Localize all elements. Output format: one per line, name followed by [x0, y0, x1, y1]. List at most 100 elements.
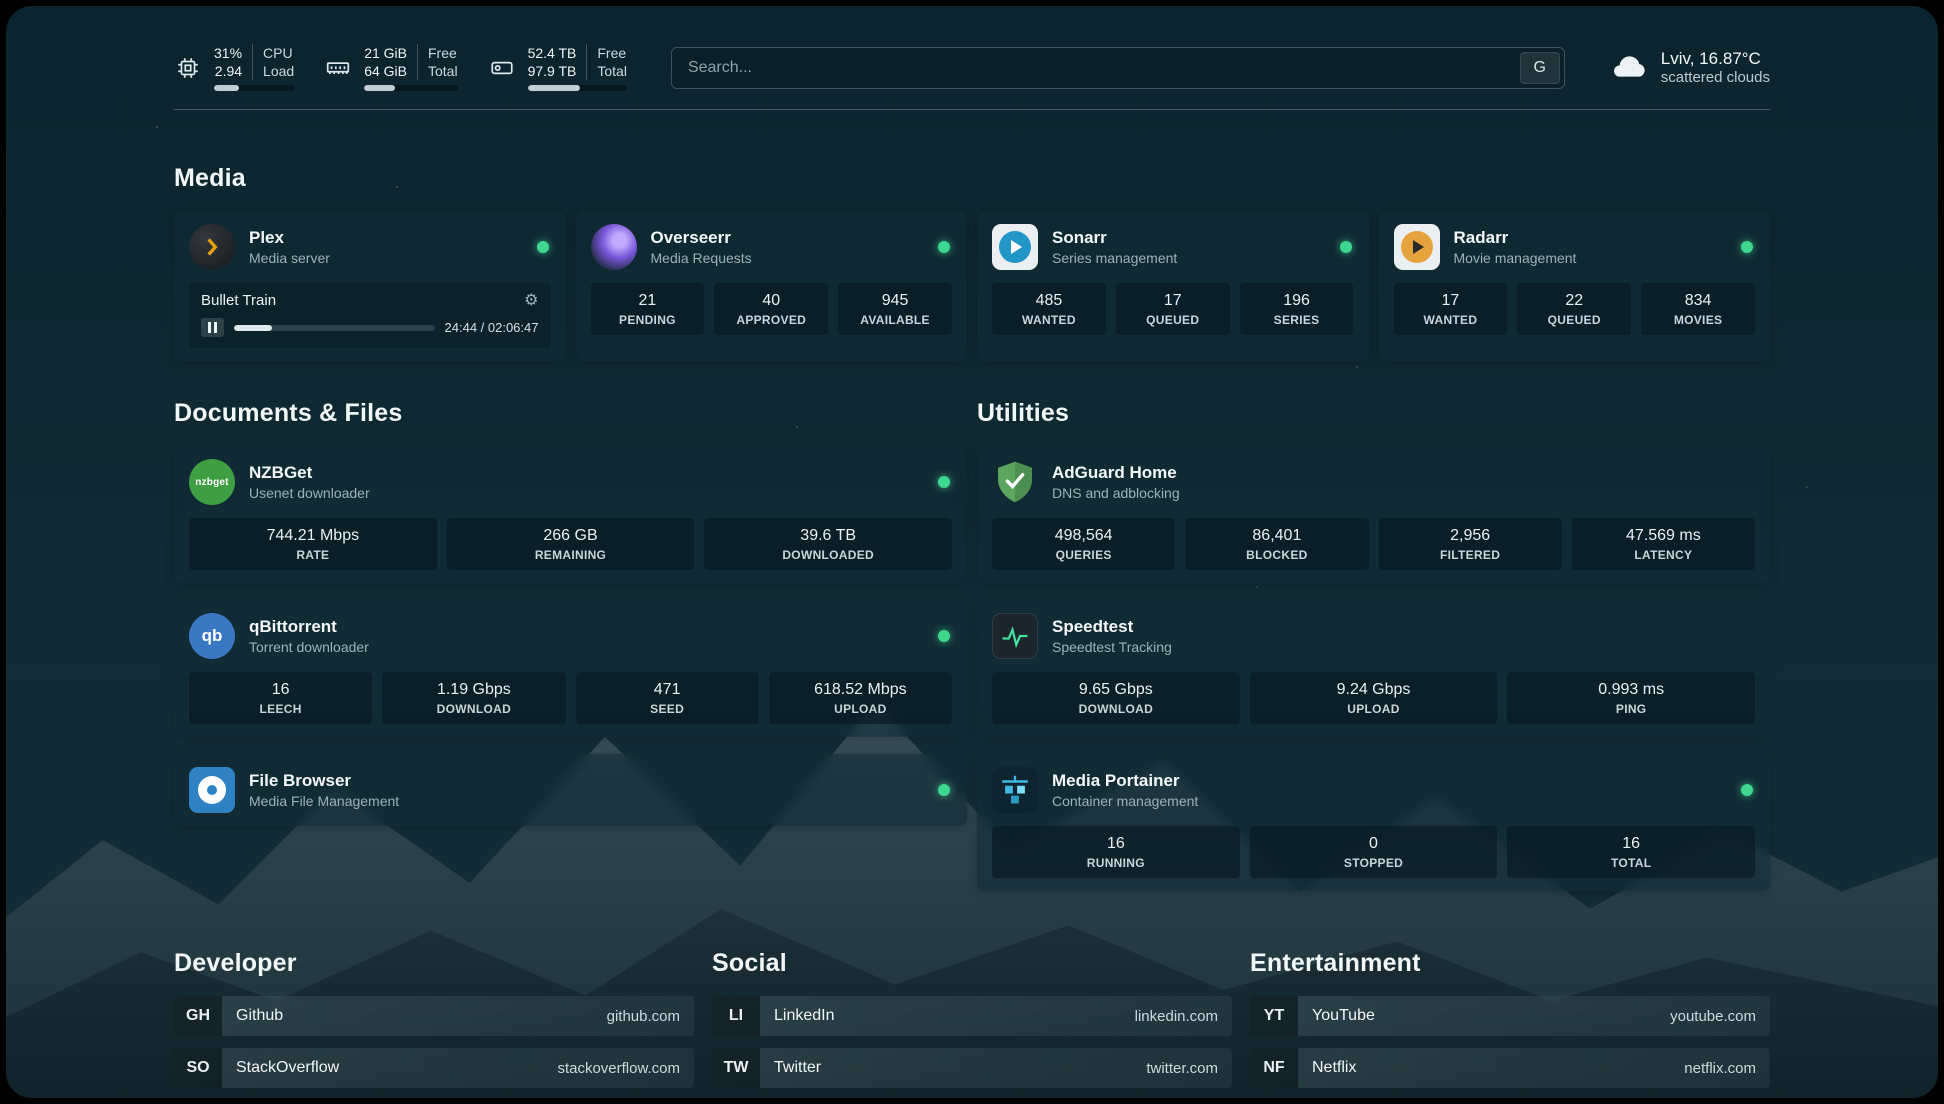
cpu-load-value: 2.94	[214, 62, 252, 80]
app-name: Radarr	[1454, 228, 1728, 248]
app-card-adguard[interactable]: AdGuard Home DNS and adblocking 498,564Q…	[977, 446, 1770, 583]
qbittorrent-icon: qb	[189, 613, 235, 659]
sonarr-icon	[992, 224, 1038, 270]
disk-total-value: 97.9 TB	[528, 62, 587, 80]
utilities-column: Utilities	[977, 399, 1770, 891]
app-subtitle: Series management	[1052, 250, 1326, 266]
bookmark-abbr: GH	[174, 996, 222, 1036]
top-bar: 31% CPU 2.94 Load 21	[174, 44, 1770, 91]
app-name: Overseerr	[651, 228, 925, 248]
header-divider	[174, 109, 1770, 110]
stat-upload: 618.52 MbpsUPLOAD	[769, 672, 952, 724]
cpu-label: CPU	[252, 44, 294, 62]
nzbget-icon: nzbget	[189, 459, 235, 505]
ram-free-label: Free	[417, 44, 458, 62]
stat-blocked: 86,401BLOCKED	[1185, 518, 1368, 570]
app-name: qBittorrent	[249, 617, 924, 637]
app-subtitle: Torrent downloader	[249, 639, 924, 655]
app-card-plex[interactable]: Plex Media server Bullet Train ⚙ 24:44 /…	[174, 211, 566, 361]
stat-queued: 22QUEUED	[1517, 283, 1631, 335]
dashboard-background: 31% CPU 2.94 Load 21	[6, 6, 1938, 1098]
app-subtitle: Media server	[249, 250, 523, 266]
app-card-overseerr[interactable]: Overseerr Media Requests 21PENDING 40APP…	[576, 211, 968, 361]
playback-time: 24:44 / 02:06:47	[445, 320, 539, 335]
speedtest-icon	[992, 613, 1038, 659]
search-input[interactable]	[671, 47, 1565, 89]
stat-total: 16TOTAL	[1507, 826, 1755, 878]
search-bar: G	[671, 47, 1565, 89]
bookmark-abbr: SO	[174, 1048, 222, 1088]
stat-wanted: 17WANTED	[1394, 283, 1508, 335]
dashboard-root: 31% CPU 2.94 Load 21	[0, 0, 1944, 1104]
filebrowser-icon	[189, 767, 235, 813]
bookmark-github[interactable]: GH Githubgithub.com	[174, 996, 694, 1036]
app-subtitle: Usenet downloader	[249, 485, 924, 501]
disk-icon	[488, 54, 516, 82]
stat-wanted: 485WANTED	[992, 283, 1106, 335]
bookmark-group-entertainment: Entertainment YT YouTubeyoutube.com NF N…	[1250, 949, 1770, 1098]
gear-icon[interactable]: ⚙	[524, 293, 538, 309]
weather-condition: scattered clouds	[1661, 69, 1770, 86]
ram-progress-bar	[364, 85, 457, 91]
stat-movies: 834MOVIES	[1641, 283, 1755, 335]
stat-leech: 16LEECH	[189, 672, 372, 724]
app-card-radarr[interactable]: Radarr Movie management 17WANTED 22QUEUE…	[1379, 211, 1771, 361]
middle-columns: Documents & Files nzbget NZBGet Usenet d…	[174, 399, 1770, 891]
section-title-developer: Developer	[174, 949, 694, 978]
dashboard-content: 31% CPU 2.94 Load 21	[6, 6, 1938, 1098]
stat-running: 16RUNNING	[992, 826, 1240, 878]
app-subtitle: DNS and adblocking	[1052, 485, 1755, 501]
section-title-entertainment: Entertainment	[1250, 949, 1770, 978]
disk-free-label: Free	[586, 44, 627, 62]
bookmark-stackoverflow[interactable]: SO StackOverflowstackoverflow.com	[174, 1048, 694, 1088]
bookmark-youtube[interactable]: YT YouTubeyoutube.com	[1250, 996, 1770, 1036]
app-subtitle: Speedtest Tracking	[1052, 639, 1755, 655]
status-dot	[938, 241, 950, 253]
app-name: AdGuard Home	[1052, 463, 1755, 483]
stat-download: 9.65 GbpsDOWNLOAD	[992, 672, 1240, 724]
app-name: Speedtest	[1052, 617, 1755, 637]
plex-icon	[189, 224, 235, 270]
disk-free-value: 52.4 TB	[528, 44, 587, 62]
app-card-qbittorrent[interactable]: qb qBittorrent Torrent downloader 16LEEC…	[174, 600, 967, 737]
bookmark-abbr: NF	[1250, 1048, 1298, 1088]
app-card-sonarr[interactable]: Sonarr Series management 485WANTED 17QUE…	[977, 211, 1369, 361]
app-name: File Browser	[249, 771, 924, 791]
bookmark-netflix[interactable]: NF Netflixnetflix.com	[1250, 1048, 1770, 1088]
adguard-icon	[992, 459, 1038, 505]
bookmark-group-developer: Developer GH Githubgithub.com SO StackOv…	[174, 949, 694, 1098]
status-dot	[537, 241, 549, 253]
section-title-media: Media	[174, 164, 1770, 193]
disk-monitor: 52.4 TB Free 97.9 TB Total	[488, 44, 627, 91]
overseerr-icon	[591, 224, 637, 270]
cpu-progress-bar	[214, 85, 294, 91]
status-dot	[1741, 784, 1753, 796]
disk-total-label: Total	[586, 62, 627, 80]
app-subtitle: Media File Management	[249, 793, 924, 809]
cloud-icon	[1609, 49, 1649, 86]
stat-downloaded: 39.6 TBDOWNLOADED	[704, 518, 952, 570]
seek-bar[interactable]	[234, 325, 435, 331]
stat-rate: 744.21 MbpsRATE	[189, 518, 437, 570]
app-card-nzbget[interactable]: nzbget NZBGet Usenet downloader 744.21 M…	[174, 446, 967, 583]
documents-column: Documents & Files nzbget NZBGet Usenet d…	[174, 399, 967, 826]
cpu-load-label: Load	[252, 62, 294, 80]
app-subtitle: Media Requests	[651, 250, 925, 266]
search-engine-button[interactable]: G	[1520, 52, 1560, 84]
pause-button[interactable]	[201, 318, 224, 337]
bookmark-twitter[interactable]: TW Twittertwitter.com	[712, 1048, 1232, 1088]
stat-upload: 9.24 GbpsUPLOAD	[1250, 672, 1498, 724]
ram-total-label: Total	[417, 62, 458, 80]
bookmark-linkedin[interactable]: LI LinkedInlinkedin.com	[712, 996, 1232, 1036]
app-card-speedtest[interactable]: Speedtest Speedtest Tracking 9.65 GbpsDO…	[977, 600, 1770, 737]
status-dot	[1741, 241, 1753, 253]
cpu-usage-value: 31%	[214, 44, 252, 62]
app-name: Plex	[249, 228, 523, 248]
bookmark-group-social: Social LI LinkedInlinkedin.com TW Twitte…	[712, 949, 1232, 1098]
app-card-portainer[interactable]: Media Portainer Container management 16R…	[977, 754, 1770, 891]
stat-download: 1.19 GbpsDOWNLOAD	[382, 672, 565, 724]
radarr-icon	[1394, 224, 1440, 270]
section-title-social: Social	[712, 949, 1232, 978]
app-card-filebrowser[interactable]: File Browser Media File Management	[174, 754, 967, 826]
app-subtitle: Container management	[1052, 793, 1727, 809]
